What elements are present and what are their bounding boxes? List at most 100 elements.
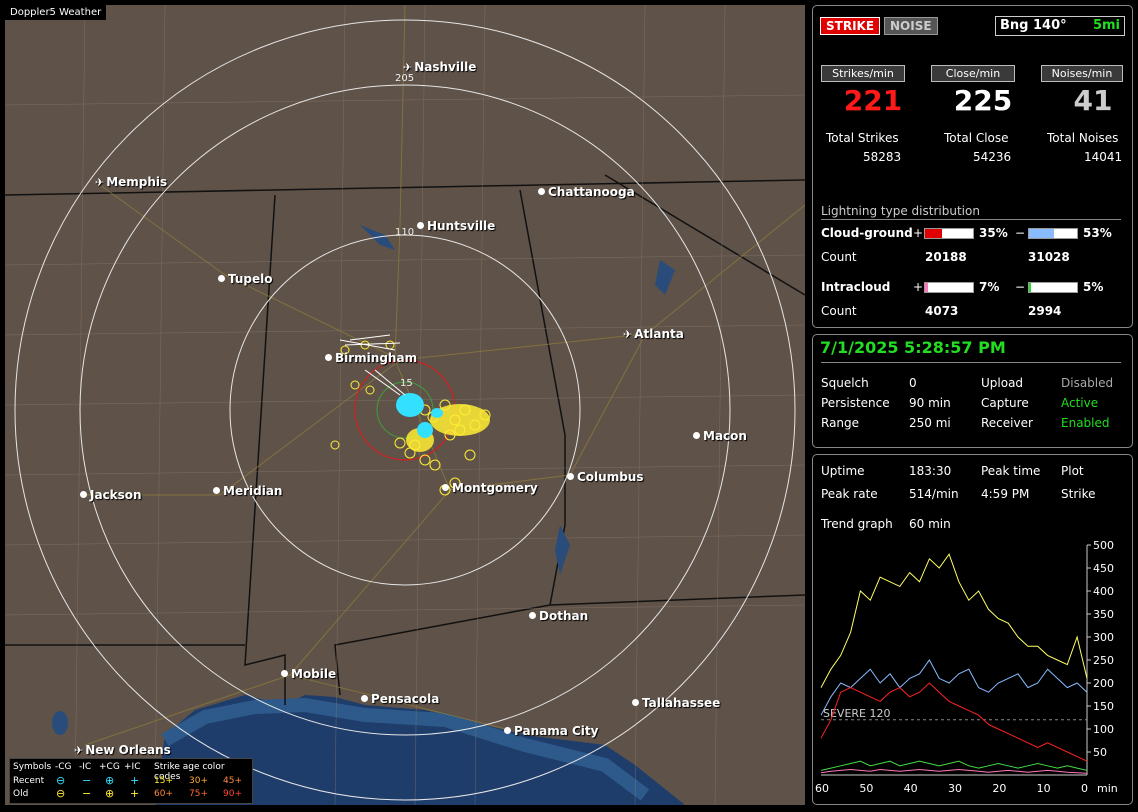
city-label: New Orleans: [85, 743, 171, 757]
receiver-value[interactable]: Enabled: [1061, 416, 1110, 430]
city-dot-icon: [218, 275, 225, 282]
cg-minus-sign: −: [1015, 226, 1026, 240]
city-birmingham: Birmingham: [325, 351, 417, 365]
trend-series-line: [820, 760, 1088, 771]
strikes-per-min-value: 221: [843, 84, 903, 117]
city-label: Chattanooga: [548, 185, 635, 199]
upload-value[interactable]: Disabled: [1061, 376, 1113, 390]
close-per-min-value: 225: [953, 84, 1013, 117]
legend-col-neg-cg: -CG: [55, 762, 72, 772]
ic-positive-count: 4073: [925, 304, 959, 318]
airport-icon: ✈: [74, 744, 84, 757]
settings-divider: [821, 362, 1121, 363]
ring-label-110: 110: [395, 227, 415, 238]
cg-count-label: Count: [821, 250, 857, 264]
city-label: Panama City: [514, 724, 599, 738]
city-dot-icon: [213, 487, 220, 494]
ic-positive-pct: 7%: [979, 280, 1000, 294]
strike-counter-panel: STRIKE NOISE Bng 140° 5mi Strikes/min Cl…: [812, 5, 1133, 328]
city-meridian: Meridian: [213, 484, 282, 498]
symbol-legend: Symbols -CG -IC +CG +IC Strike age color…: [9, 758, 253, 804]
x-tick-label: 40: [904, 782, 918, 795]
settings-panel: 7/1/2025 5:28:57 PM Squelch 0 Upload Dis…: [812, 334, 1133, 448]
legend-old-neg-ic-icon: −: [82, 787, 92, 800]
total-noises-label: Total Noises: [1047, 131, 1119, 145]
city-nashville: ✈ Nashville: [403, 60, 476, 74]
x-tick-label: 10: [1037, 782, 1051, 795]
x-tick-label: 30: [948, 782, 962, 795]
ic-minus-sign: −: [1015, 280, 1026, 294]
close-per-min-button[interactable]: Close/min: [931, 65, 1015, 82]
y-tick-label: 450: [1093, 562, 1114, 575]
city-label: Meridian: [223, 484, 283, 498]
noise-mode-button[interactable]: NOISE: [884, 17, 938, 35]
trend-series-line: [820, 768, 1088, 774]
map-canvas: [5, 5, 805, 805]
trend-chart: 5004504003503002502001501005060 50 40 30 20 1…: [815, 539, 1118, 795]
squelch-value[interactable]: 0: [909, 376, 917, 390]
persistence-value[interactable]: 90 min: [909, 396, 951, 410]
city-dot-icon: [538, 188, 545, 195]
y-tick-label: 100: [1093, 723, 1114, 736]
city-label: Memphis: [106, 175, 168, 189]
receiver-label: Receiver: [981, 416, 1033, 430]
city-pensacola: Pensacola: [361, 692, 439, 706]
legend-symbols-label: Symbols: [13, 762, 52, 772]
capture-value[interactable]: Active: [1061, 396, 1098, 410]
ring-label-15: 15: [400, 378, 413, 389]
city-label: Pensacola: [371, 692, 440, 706]
city-dot-icon: [442, 484, 449, 491]
strikes-per-min-button[interactable]: Strikes/min: [821, 65, 905, 82]
bearing-box: Bng 140° 5mi: [995, 16, 1125, 36]
city-dot-icon: [281, 670, 288, 677]
upload-label: Upload: [981, 376, 1024, 390]
cg-positive-count: 20188: [925, 250, 967, 264]
legend-col-pos-ic: +IC: [124, 762, 141, 772]
city-dot-icon: [632, 699, 639, 706]
peak-time-value: 4:59 PM: [981, 487, 1030, 501]
city-macon: Macon: [693, 429, 747, 443]
city-label: Huntsville: [427, 219, 496, 233]
cg-plus-sign: +: [913, 226, 924, 240]
cg-positive-bar: [924, 228, 974, 239]
lightning-map[interactable]: Doppler5 Weather ✈ Nashville ✈ Memphis Chatt…: [5, 5, 805, 805]
city-dot-icon: [504, 727, 511, 734]
legend-age-90: 90+: [223, 789, 242, 799]
city-huntsville: Huntsville: [417, 219, 495, 233]
legend-age-60: 60+: [154, 789, 173, 799]
strike-mode-button[interactable]: STRIKE: [820, 17, 881, 35]
x-tick-label: 60: [815, 782, 829, 795]
legend-recent-neg-ic-icon: −: [82, 774, 92, 787]
trend-graph-label: Trend graph: [821, 517, 893, 531]
distribution-divider: [821, 219, 1121, 220]
city-label: Birmingham: [335, 351, 418, 365]
range-label: Range: [821, 416, 860, 430]
ic-count-label: Count: [821, 304, 857, 318]
trend-series-line: [820, 682, 1088, 762]
legend-recent-pos-cg-icon: ⊕: [105, 774, 115, 787]
capture-label: Capture: [981, 396, 1029, 410]
city-atlanta: ✈ Atlanta: [623, 327, 684, 341]
total-strikes-value: 58283: [863, 150, 902, 164]
city-label: Mobile: [291, 667, 337, 681]
ic-positive-bar: [924, 282, 974, 293]
city-dot-icon: [361, 695, 368, 702]
plot-value[interactable]: Strike: [1061, 487, 1096, 501]
plot-label: Plot: [1061, 464, 1084, 478]
range-value[interactable]: 250 mi: [909, 416, 951, 430]
trend-graph-value[interactable]: 60 min: [909, 517, 951, 531]
city-label: Jackson: [90, 488, 142, 502]
city-dothan: Dothan: [529, 609, 588, 623]
city-memphis: ✈ Memphis: [95, 175, 167, 189]
datetime-display: 7/1/2025 5:28:57 PM: [820, 338, 1006, 357]
city-columbus: Columbus: [567, 470, 644, 484]
noises-per-min-button[interactable]: Noises/min: [1041, 65, 1123, 82]
intracloud-label: Intracloud: [821, 280, 891, 294]
total-strikes-label: Total Strikes: [826, 131, 899, 145]
uptime-label: Uptime: [821, 464, 865, 478]
legend-recent-label: Recent: [13, 776, 45, 786]
x-tick-label: 20: [992, 782, 1006, 795]
peak-rate-value: 514/min: [909, 487, 959, 501]
legend-old-pos-ic-icon: +: [130, 787, 140, 800]
peak-rate-label: Peak rate: [821, 487, 878, 501]
